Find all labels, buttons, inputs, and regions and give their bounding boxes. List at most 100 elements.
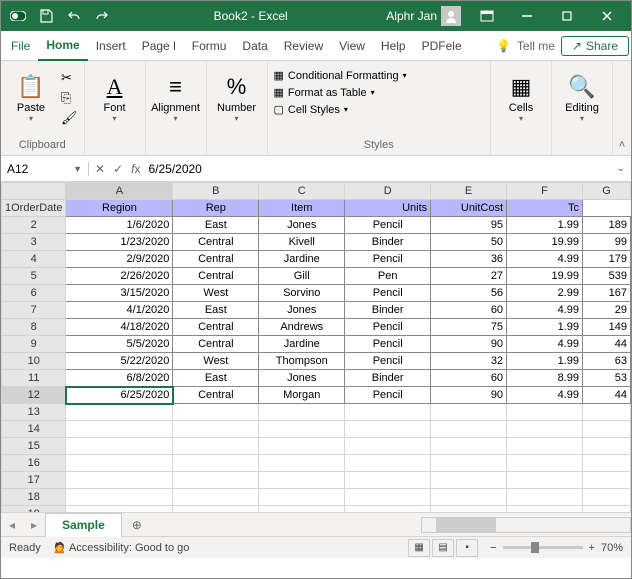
tab-insert[interactable]: Insert (88, 31, 134, 61)
ribbon-display-icon[interactable] (467, 1, 507, 31)
cell-F11[interactable]: 8.99 (507, 370, 583, 387)
cell-D4[interactable]: Pencil (345, 251, 431, 268)
cell-G6[interactable]: 167 (582, 285, 630, 302)
tab-data[interactable]: Data (234, 31, 275, 61)
tellme-icon[interactable]: 💡 (496, 39, 511, 53)
cell-E18[interactable] (431, 489, 507, 506)
cell-A13[interactable] (66, 404, 173, 421)
close-button[interactable] (587, 1, 627, 31)
cell-D11[interactable]: Binder (345, 370, 431, 387)
cell-F10[interactable]: 1.99 (507, 353, 583, 370)
column-header-B[interactable]: B (173, 183, 259, 200)
cell-B8[interactable]: Central (173, 319, 259, 336)
tab-pdfelement[interactable]: PDFele (414, 31, 470, 61)
cell-E11[interactable]: 60 (431, 370, 507, 387)
cell-A4[interactable]: 2/9/2020 (66, 251, 173, 268)
row-header-9[interactable]: 9 (2, 336, 66, 353)
cell-C19[interactable] (259, 506, 345, 513)
cell-E16[interactable] (431, 455, 507, 472)
header-cell[interactable]: Tc (507, 200, 583, 217)
cell-G17[interactable] (582, 472, 630, 489)
cancel-formula-icon[interactable]: ✕ (95, 162, 105, 176)
row-header-3[interactable]: 3 (2, 234, 66, 251)
cell-C18[interactable] (259, 489, 345, 506)
cell-B19[interactable] (173, 506, 259, 513)
tab-page-layout[interactable]: Page l (134, 31, 184, 61)
cell-D9[interactable]: Pencil (345, 336, 431, 353)
row-header-19[interactable]: 19 (2, 506, 66, 513)
cell-E15[interactable] (431, 438, 507, 455)
row-header-5[interactable]: 5 (2, 268, 66, 285)
font-button[interactable]: A Font ▾ (91, 65, 139, 131)
row-header-16[interactable]: 16 (2, 455, 66, 472)
cell-C3[interactable]: Kivell (259, 234, 345, 251)
cell-D12[interactable]: Pencil (345, 387, 431, 404)
select-all-cell[interactable] (2, 183, 66, 200)
cell-B14[interactable] (173, 421, 259, 438)
sheet-tab-sample[interactable]: Sample (45, 513, 122, 537)
cell-D17[interactable] (345, 472, 431, 489)
cell-G9[interactable]: 44 (582, 336, 630, 353)
cell-G4[interactable]: 179 (582, 251, 630, 268)
tab-file[interactable]: File (3, 31, 38, 61)
cell-E12[interactable]: 90 (431, 387, 507, 404)
cell-G18[interactable] (582, 489, 630, 506)
cell-D14[interactable] (345, 421, 431, 438)
cell-G7[interactable]: 29 (582, 302, 630, 319)
cell-styles-button[interactable]: ▢Cell Styles▾ (274, 103, 407, 116)
accessibility-status[interactable]: 🙍 Accessibility: Good to go (53, 541, 190, 554)
column-header-A[interactable]: A (66, 183, 173, 200)
conditional-formatting-button[interactable]: ▦Conditional Formatting▾ (274, 69, 407, 82)
cell-B16[interactable] (173, 455, 259, 472)
cell-D6[interactable]: Pencil (345, 285, 431, 302)
cell-G14[interactable] (582, 421, 630, 438)
cell-B18[interactable] (173, 489, 259, 506)
cell-C9[interactable]: Jardine (259, 336, 345, 353)
cell-C4[interactable]: Jardine (259, 251, 345, 268)
cell-A2[interactable]: 1/6/2020 (66, 217, 173, 234)
cell-C17[interactable] (259, 472, 345, 489)
cell-C2[interactable]: Jones (259, 217, 345, 234)
column-header-E[interactable]: E (431, 183, 507, 200)
cell-F3[interactable]: 19.99 (507, 234, 583, 251)
cell-C7[interactable]: Jones (259, 302, 345, 319)
cell-B17[interactable] (173, 472, 259, 489)
row-header-11[interactable]: 11 (2, 370, 66, 387)
cell-F19[interactable] (507, 506, 583, 513)
cell-E10[interactable]: 32 (431, 353, 507, 370)
row-header-6[interactable]: 6 (2, 285, 66, 302)
row-header-12[interactable]: 12 (2, 387, 66, 404)
cell-G2[interactable]: 189 (582, 217, 630, 234)
cell-E9[interactable]: 90 (431, 336, 507, 353)
zoom-level[interactable]: 70% (601, 542, 623, 554)
cell-F14[interactable] (507, 421, 583, 438)
tab-view[interactable]: View (331, 31, 373, 61)
cell-D16[interactable] (345, 455, 431, 472)
cell-E7[interactable]: 60 (431, 302, 507, 319)
cell-D3[interactable]: Binder (345, 234, 431, 251)
format-painter-icon[interactable]: 🖌 (61, 110, 78, 126)
cell-D7[interactable]: Binder (345, 302, 431, 319)
cell-F13[interactable] (507, 404, 583, 421)
zoom-out-button[interactable]: − (490, 542, 496, 554)
cell-F9[interactable]: 4.99 (507, 336, 583, 353)
cell-D10[interactable]: Pencil (345, 353, 431, 370)
header-cell[interactable]: UnitCost (431, 200, 507, 217)
tab-help[interactable]: Help (373, 31, 414, 61)
cell-C6[interactable]: Sorvino (259, 285, 345, 302)
row-header-8[interactable]: 8 (2, 319, 66, 336)
cell-D18[interactable] (345, 489, 431, 506)
cell-C10[interactable]: Thompson (259, 353, 345, 370)
minimize-button[interactable] (507, 1, 547, 31)
cell-F17[interactable] (507, 472, 583, 489)
cell-G13[interactable] (582, 404, 630, 421)
cell-B6[interactable]: West (173, 285, 259, 302)
zoom-slider[interactable] (503, 546, 583, 549)
cell-E19[interactable] (431, 506, 507, 513)
cell-E4[interactable]: 36 (431, 251, 507, 268)
cell-F7[interactable]: 4.99 (507, 302, 583, 319)
cell-C15[interactable] (259, 438, 345, 455)
user-avatar-icon[interactable] (441, 6, 461, 26)
tab-home[interactable]: Home (38, 31, 87, 61)
editing-button[interactable]: 🔍 Editing ▾ (558, 65, 606, 131)
